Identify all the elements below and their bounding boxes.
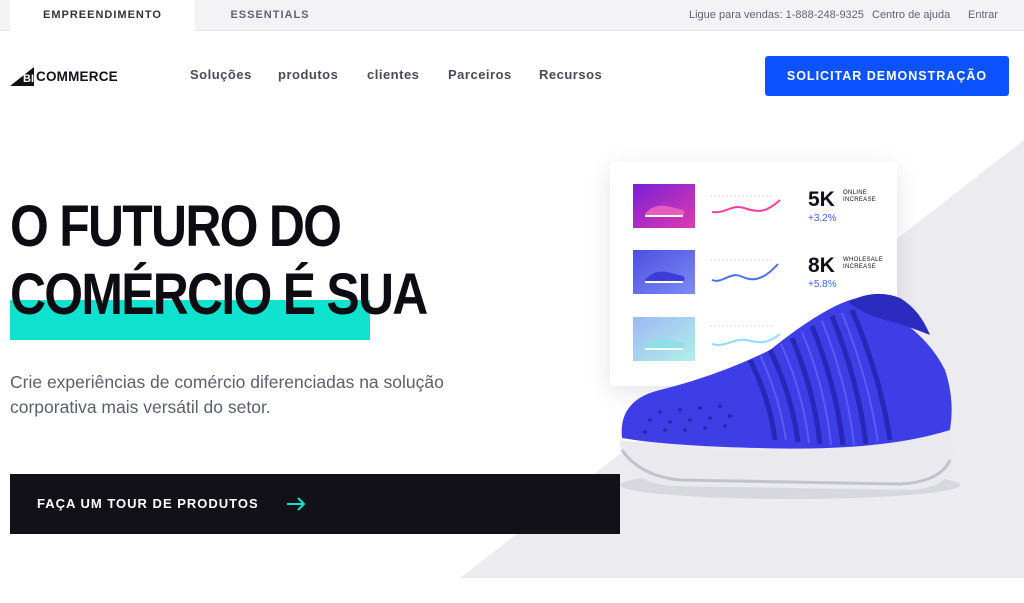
product-tour-label: FAÇA UM TOUR DE PRODUTOS <box>37 496 259 511</box>
product-tour-button[interactable]: FAÇA UM TOUR DE PRODUTOS <box>10 474 590 534</box>
stat-value: 5K <box>808 188 835 211</box>
trend-sparkline <box>710 195 781 214</box>
product-thumbnail <box>633 184 695 228</box>
hero-subtitle: Crie experiências de comércio diferencia… <box>10 372 444 417</box>
stat-label: WHOLESALE INCREASE <box>843 257 884 270</box>
arrow-right-icon <box>287 497 306 511</box>
stat-delta: +3.2% <box>808 213 837 224</box>
headline-line-2: COMÉRCIO É SUA <box>10 262 428 327</box>
stat-label: ONLINE INCREASE <box>843 190 877 203</box>
stat-value: 8K <box>808 254 835 277</box>
sneaker-illustration <box>620 293 960 499</box>
headline-line-1: O FUTURO DO <box>10 194 342 259</box>
